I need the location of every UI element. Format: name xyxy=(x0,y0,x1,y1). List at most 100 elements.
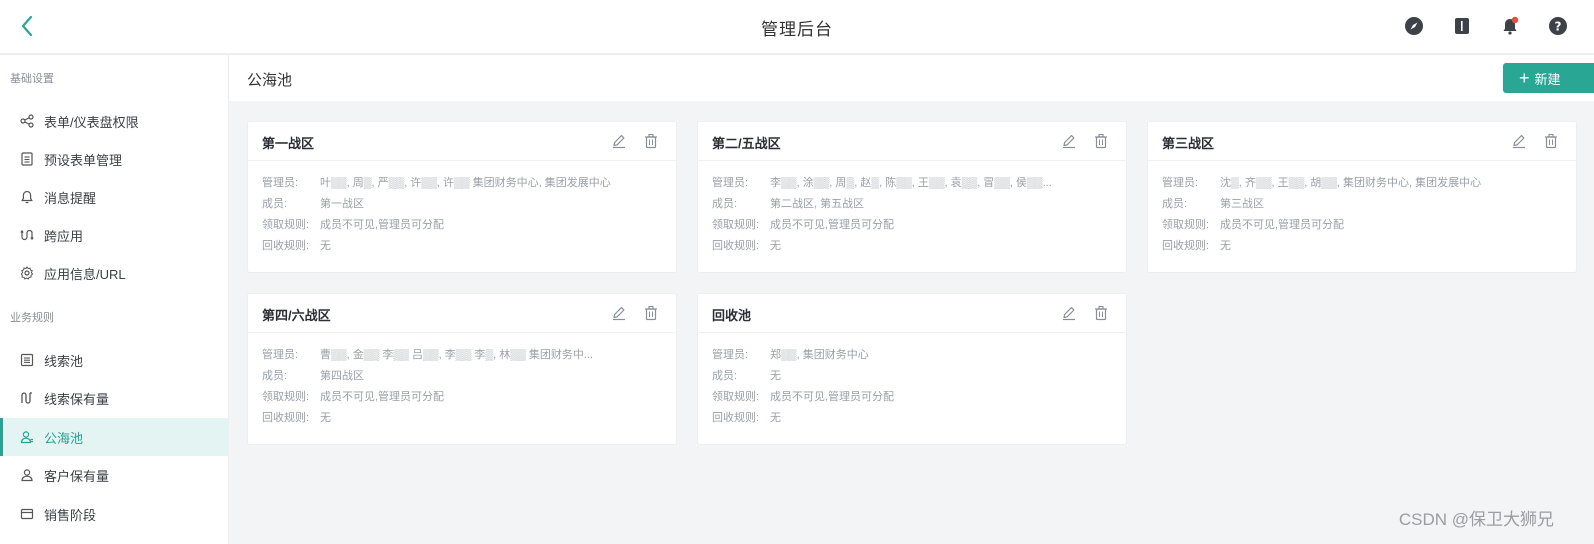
field-label: 成员: xyxy=(712,198,738,210)
recycle-rule-value: 无 xyxy=(1220,240,1231,252)
sidebar: 基础设置 表单/仪表盘权限 预设表单管理 消息提醒 跨应用 应用信息/URL 业… xyxy=(0,55,229,544)
recycle-rule-row: 回收规则: 无 xyxy=(262,408,662,429)
help-icon[interactable]: ? xyxy=(1548,16,1568,36)
field-label: 领取规则: xyxy=(1162,219,1210,231)
claim-rule-row: 领取规则: 成员不可见,管理员可分配 xyxy=(1162,215,1562,236)
share-icon xyxy=(19,113,35,129)
card-title: 回收池 xyxy=(712,308,752,323)
sidebar-item-sales-stage[interactable]: 销售阶段 xyxy=(0,495,229,533)
edit-icon[interactable] xyxy=(1060,304,1078,322)
edit-icon[interactable] xyxy=(610,132,628,150)
trash-icon[interactable] xyxy=(1092,304,1110,322)
sidebar-item-form-dashboard-permissions[interactable]: 表单/仪表盘权限 xyxy=(0,102,229,140)
admins-value: 叶▒▒, 周▒, 严▒▒, 许▒▒, 许▒▒ 集团财务中心, 集团发展中心 xyxy=(320,177,611,189)
sidebar-item-label: 跨应用 xyxy=(44,228,84,244)
recycle-rule-row: 回收规则: 无 xyxy=(712,408,1112,429)
cross-app-icon xyxy=(19,227,35,243)
sidebar-item-label: 预设表单管理 xyxy=(44,152,123,168)
claim-rule-row: 领取规则: 成员不可见,管理员可分配 xyxy=(262,215,662,236)
pool-card: 第四/六战区 管理员: 曹▒▒, 金▒▒ 李▒▒ 吕▒▒, 李▒▒ 李▒, 林▒▒… xyxy=(247,293,677,445)
sidebar-item-label: 公海池 xyxy=(44,430,84,446)
edit-icon[interactable] xyxy=(1510,132,1528,150)
page-title: 公海池 xyxy=(247,72,293,89)
user-pool-icon xyxy=(19,429,35,445)
claim-rule-value: 成员不可见,管理员可分配 xyxy=(320,219,445,231)
field-label: 回收规则: xyxy=(262,412,310,424)
sidebar-item-customer-retention[interactable]: 客户保有量 xyxy=(0,456,229,494)
field-label: 成员: xyxy=(262,198,288,210)
header-toolbar: ? xyxy=(1404,16,1594,36)
members-value: 第三战区 xyxy=(1220,198,1264,210)
card-title: 第四/六战区 xyxy=(262,308,331,323)
sidebar-item-lead-pool[interactable]: 线索池 xyxy=(0,341,229,379)
card-header: 回收池 xyxy=(698,294,1126,333)
field-label: 管理员: xyxy=(712,349,749,361)
svg-text:?: ? xyxy=(1555,20,1562,34)
sidebar-section-title: 基础设置 xyxy=(10,73,54,85)
edit-icon[interactable] xyxy=(1060,132,1078,150)
sidebar-item-label: 表单/仪表盘权限 xyxy=(44,114,139,130)
admins-row: 管理员: 郑▒▒, 集团财务中心 xyxy=(712,345,1112,366)
admins-value: 李▒▒, 涂▒▒, 周▒, 赵▒, 陈▒▒, 王▒▒, 袁▒▒, 冒▒▒, 侯▒… xyxy=(770,177,1052,189)
claim-rule-value: 成员不可见,管理员可分配 xyxy=(770,391,895,403)
book-icon[interactable] xyxy=(1452,16,1472,36)
admins-value: 郑▒▒, 集团财务中心 xyxy=(770,349,869,361)
sidebar-item-lead-retention[interactable]: 线索保有量 xyxy=(0,379,229,417)
recycle-rule-row: 回收规则: 无 xyxy=(1162,236,1562,257)
trash-icon[interactable] xyxy=(642,304,660,322)
field-label: 领取规则: xyxy=(262,219,310,231)
sidebar-item-cross-app[interactable]: 跨应用 xyxy=(0,216,229,254)
top-bar: 管理后台 ? xyxy=(0,0,1594,54)
members-value: 无 xyxy=(770,370,781,382)
trash-icon[interactable] xyxy=(1092,132,1110,150)
plus-icon: + xyxy=(1519,68,1530,88)
field-label: 领取规则: xyxy=(262,391,310,403)
admins-row: 管理员: 沈▒, 齐▒▒, 王▒▒, 胡▒▒, 集团财务中心, 集团发展中心 xyxy=(1162,173,1562,194)
field-label: 回收规则: xyxy=(262,240,310,252)
recycle-rule-value: 无 xyxy=(320,412,331,424)
field-label: 回收规则: xyxy=(712,412,760,424)
sidebar-item-notifications[interactable]: 消息提醒 xyxy=(0,178,229,216)
recycle-rule-value: 无 xyxy=(320,240,331,252)
gear-icon xyxy=(19,265,35,281)
compass-icon[interactable] xyxy=(1404,16,1424,36)
members-row: 成员: 第四战区 xyxy=(262,366,662,387)
wave-icon xyxy=(19,390,35,406)
sidebar-item-public-pool[interactable]: 公海池 xyxy=(0,418,229,456)
new-pool-button[interactable]: + 新建 xyxy=(1503,63,1594,93)
sidebar-item-label: 应用信息/URL xyxy=(44,266,126,282)
pool-card: 第一战区 管理员: 叶▒▒, 周▒, 严▒▒, 许▒▒, 许▒▒ 集团财务中心, … xyxy=(247,121,677,273)
card-title: 第三战区 xyxy=(1162,136,1215,151)
claim-rule-value: 成员不可见,管理员可分配 xyxy=(320,391,445,403)
pool-card: 第二/五战区 管理员: 李▒▒, 涂▒▒, 周▒, 赵▒, 陈▒▒, 王▒▒, 袁… xyxy=(697,121,1127,273)
card-header: 第二/五战区 xyxy=(698,122,1126,161)
sidebar-item-label: 线索池 xyxy=(44,353,84,369)
new-button-label: 新建 xyxy=(1534,71,1561,87)
form-icon xyxy=(19,151,35,167)
members-value: 第四战区 xyxy=(320,370,364,382)
members-value: 第二战区, 第五战区 xyxy=(770,198,865,210)
card-icon xyxy=(19,506,35,522)
admins-value: 曹▒▒, 金▒▒ 李▒▒ 吕▒▒, 李▒▒ 李▒, 林▒▒ 集团财务中... xyxy=(320,349,594,361)
card-header: 第一战区 xyxy=(248,122,676,161)
field-label: 领取规则: xyxy=(712,219,760,231)
notification-icon[interactable] xyxy=(1500,16,1520,36)
trash-icon[interactable] xyxy=(1542,132,1560,150)
sidebar-item-label: 客户保有量 xyxy=(44,468,110,484)
card-header: 第四/六战区 xyxy=(248,294,676,333)
claim-rule-row: 领取规则: 成员不可见,管理员可分配 xyxy=(262,387,662,408)
sidebar-item-label: 销售阶段 xyxy=(44,507,97,523)
field-label: 管理员: xyxy=(262,177,299,189)
field-label: 管理员: xyxy=(262,349,299,361)
recycle-rule-row: 回收规则: 无 xyxy=(712,236,1112,257)
edit-icon[interactable] xyxy=(610,304,628,322)
members-row: 成员: 第一战区 xyxy=(262,194,662,215)
sidebar-item-preset-forms[interactable]: 预设表单管理 xyxy=(0,140,229,178)
card-header: 第三战区 xyxy=(1148,122,1576,161)
sidebar-item-app-info-url[interactable]: 应用信息/URL xyxy=(0,254,229,292)
trash-icon[interactable] xyxy=(642,132,660,150)
watermark: CSDN @保卫大狮兄 xyxy=(1398,510,1554,529)
card-title: 第一战区 xyxy=(262,136,315,151)
field-label: 回收规则: xyxy=(712,240,760,252)
user-icon xyxy=(19,467,35,483)
